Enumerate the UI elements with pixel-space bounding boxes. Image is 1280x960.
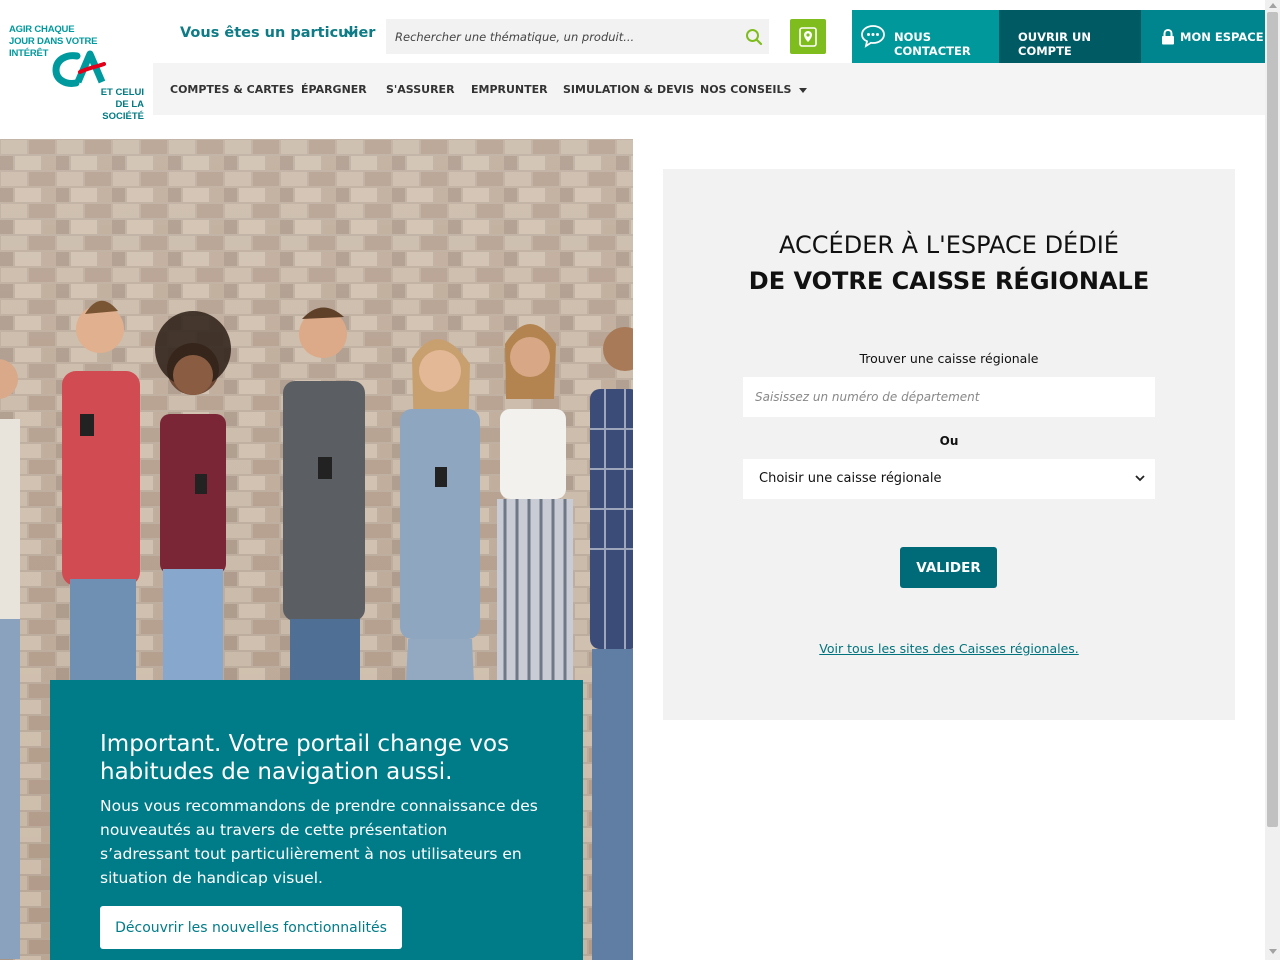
department-number-input[interactable] [743,377,1155,417]
select-value: Choisir une caisse régionale [759,471,942,486]
lock-icon [1162,29,1174,45]
my-space-button[interactable]: MON ESPACE [1141,10,1265,63]
info-title: Important. Votre portail change vos habi… [100,731,510,785]
logo-tagline-bottom: ET CELUI DE LA SOCIÉTÉ [100,87,144,122]
nav-item-simulation-devis[interactable]: SIMULATION & DEVIS [563,83,694,96]
brand-logo[interactable]: AGIR CHAQUE JOUR DANS VOTRE INTÉRÊT ET C… [0,10,153,122]
info-text: Nous vous recommandons de prendre connai… [100,797,538,887]
nav-item-emprunter[interactable]: EMPRUNTER [471,83,548,96]
main-nav: COMPTES & CARTES ÉPARGNER S'ASSURER EMPR… [153,63,1265,115]
nav-item-epargner[interactable]: ÉPARGNER [301,83,367,96]
nav-item-label: NOS CONSEILS [700,83,792,96]
hero-image: Important. Votre portail change vos habi… [0,139,633,960]
page-scrollbar[interactable] [1265,0,1280,960]
scroll-down-arrow-icon[interactable] [1269,949,1277,954]
regional-bank-select[interactable]: Choisir une caisse régionale [743,459,1155,499]
or-label: Ou [939,434,959,448]
my-space-label: MON ESPACE [1180,30,1264,44]
chevron-down-icon [1135,475,1145,482]
scroll-up-arrow-icon[interactable] [1269,3,1277,8]
nav-item-nos-conseils[interactable]: NOS CONSEILS [700,83,808,96]
all-regional-sites-link[interactable]: Voir tous les sites des Caisses régional… [663,641,1235,656]
chevron-down-icon[interactable] [343,24,359,40]
search-bar [386,19,769,54]
panel-title-line2: DE VOTRE CAISSE RÉGIONALE [748,267,1150,295]
chat-bubble-icon [861,25,885,48]
regional-bank-panel: ACCÉDER À L'ESPACE DÉDIÉ DE VOTRE CAISSE… [663,169,1235,720]
site-header: AGIR CHAQUE JOUR DANS VOTRE INTÉRÊT ET C… [0,0,1265,122]
nav-item-sassurer[interactable]: S'ASSURER [386,83,455,96]
agency-locator-button[interactable] [790,19,826,54]
panel-title-line1: ACCÉDER À L'ESPACE DÉDIÉ [779,231,1119,259]
contact-button[interactable]: NOUS CONTACTER [852,10,999,63]
open-account-label: OUVRIR UN COMPTE [1018,30,1091,58]
header-top-row: Vous êtes un particulier Rechercher une … [153,10,1265,63]
caret-down-icon [799,87,808,93]
scroll-thumb[interactable] [1267,12,1278,827]
credit-agricole-logo-icon [52,50,106,87]
search-icon[interactable] [745,28,763,46]
info-card: Important. Votre portail change vos habi… [50,680,583,960]
find-bank-label: Trouver une caisse régionale [859,351,1039,366]
open-account-button[interactable]: OUVRIR UN COMPTE [999,10,1141,63]
search-input[interactable] [386,19,731,54]
map-pin-icon [799,27,817,47]
nav-item-comptes-cartes[interactable]: COMPTES & CARTES [170,83,294,96]
validate-button[interactable]: VALIDER [900,547,997,588]
contact-label: NOUS CONTACTER [894,30,971,58]
discover-features-button[interactable]: Découvrir les nouvelles fonctionnalités [100,906,402,949]
